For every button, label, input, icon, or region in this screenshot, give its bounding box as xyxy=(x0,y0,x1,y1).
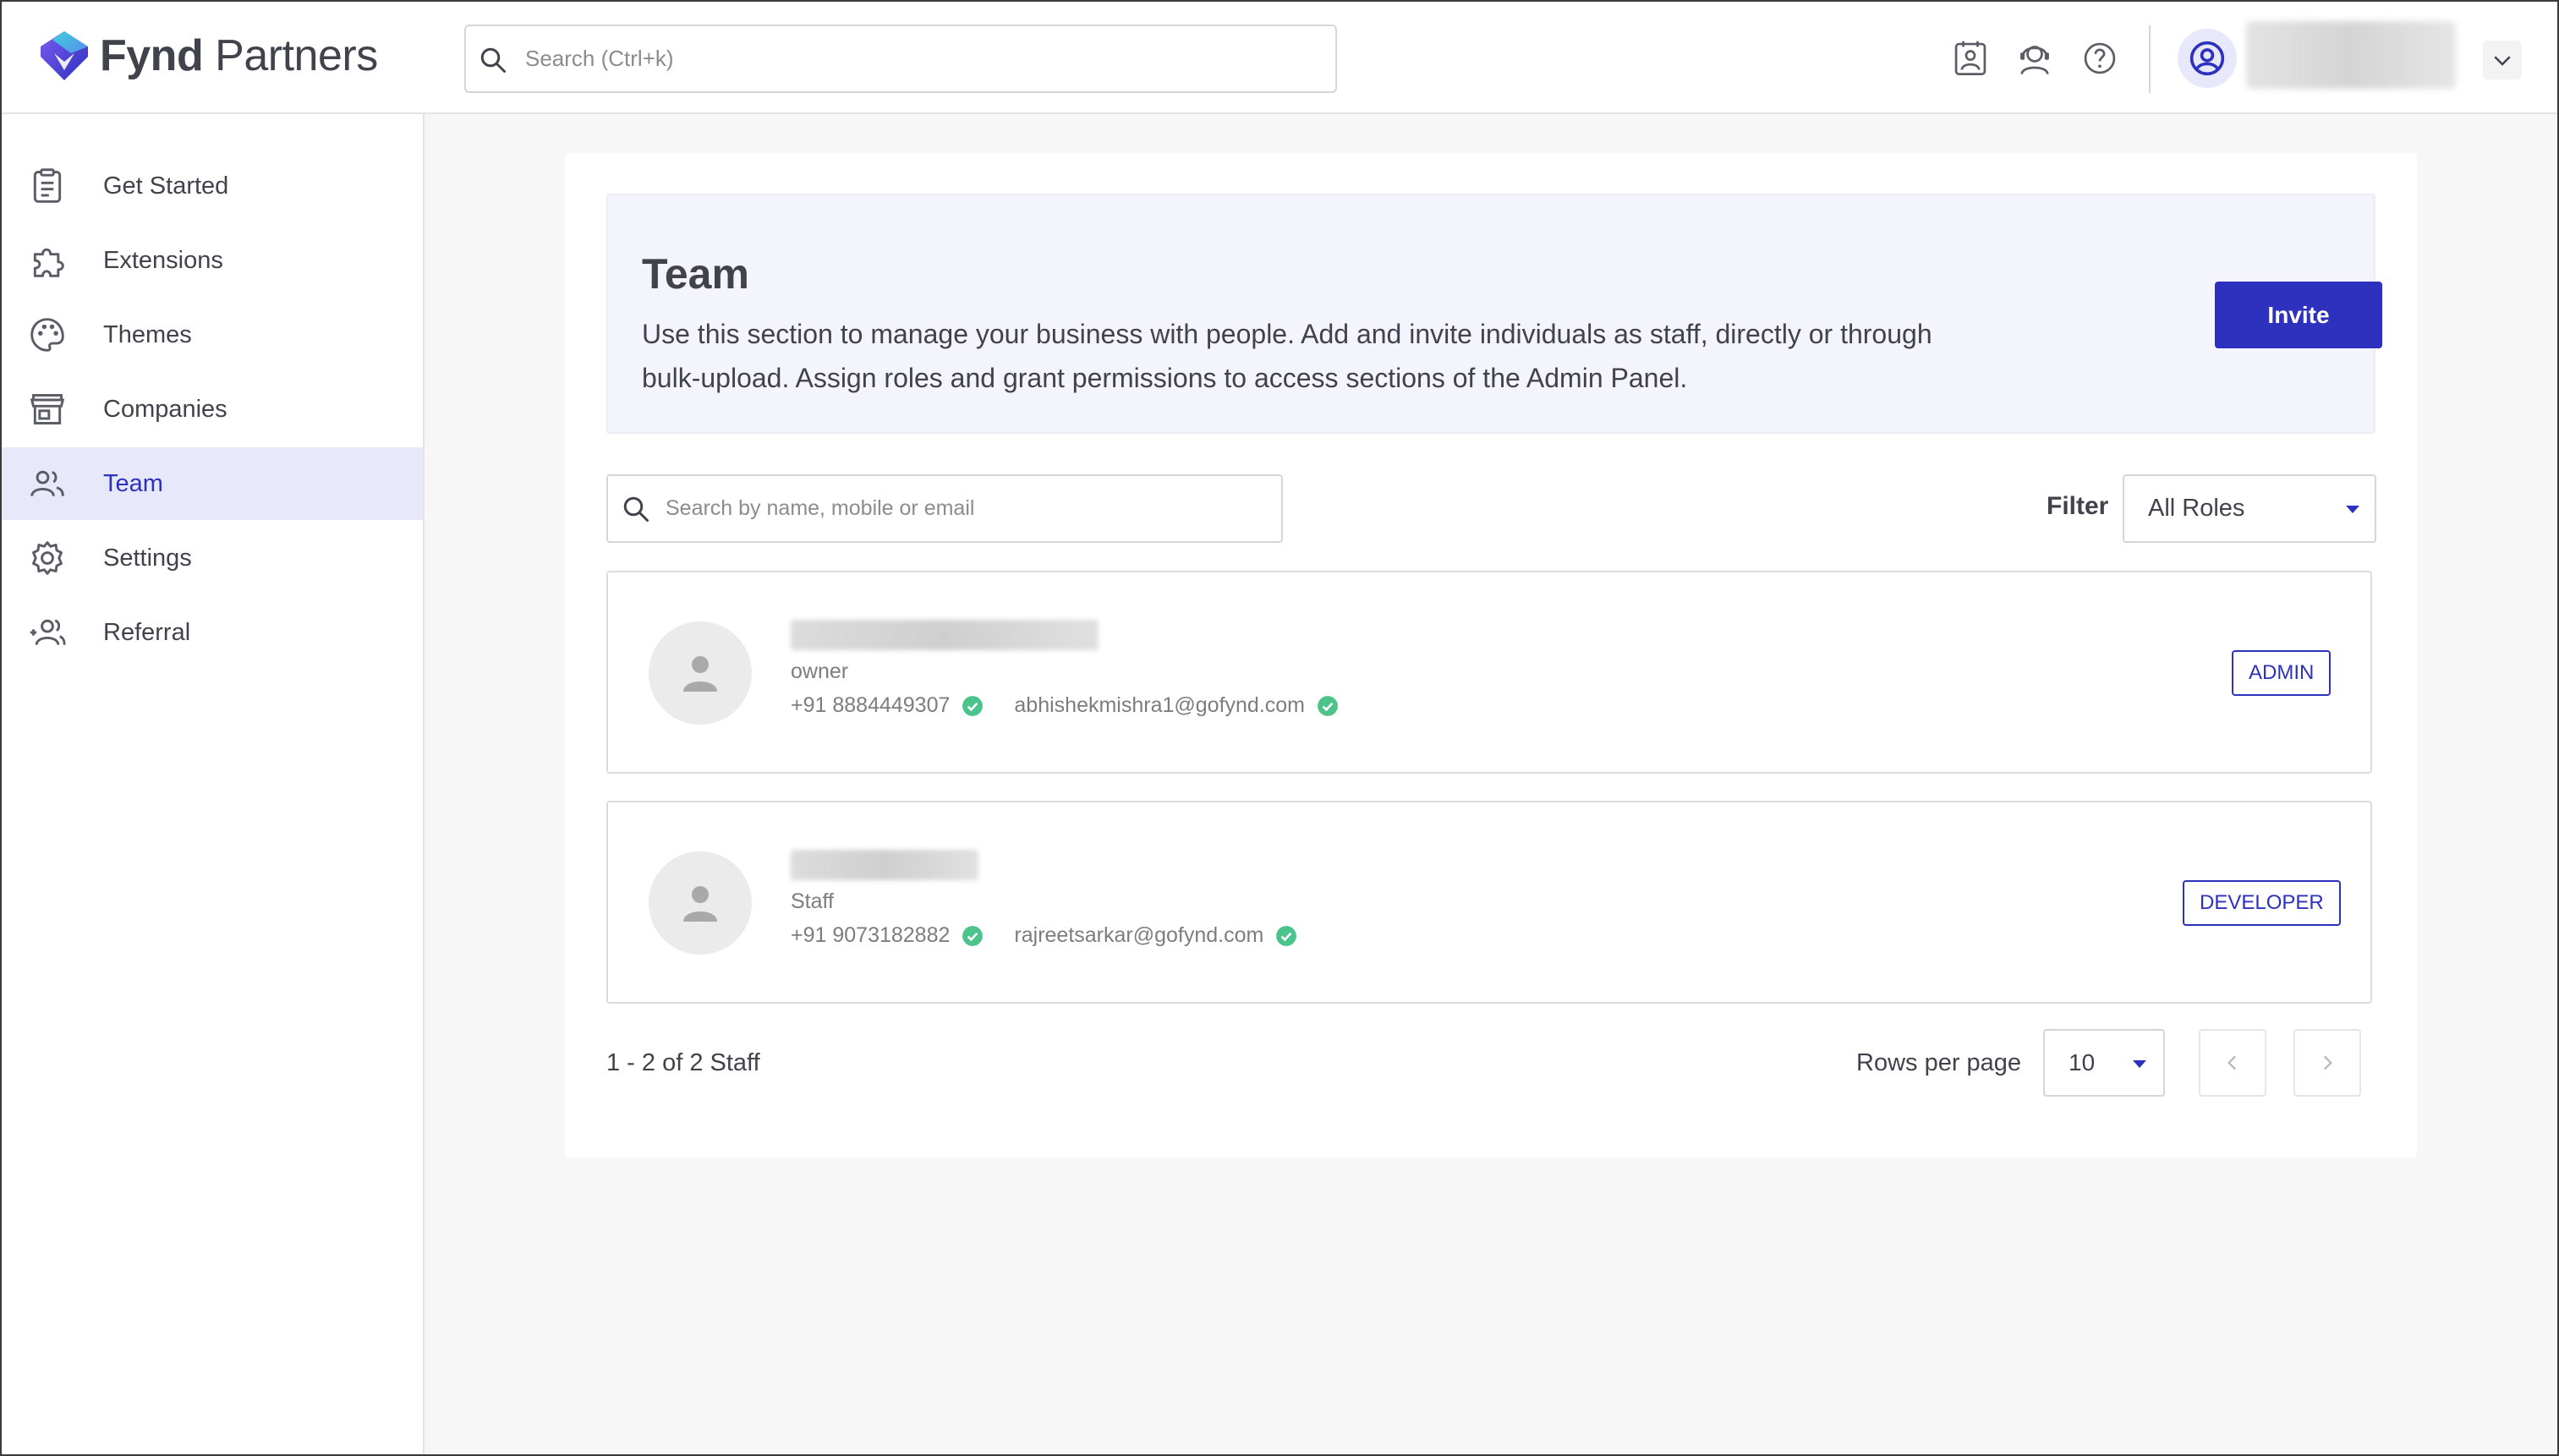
user-avatar-button[interactable] xyxy=(2178,29,2237,88)
member-name-redacted xyxy=(791,620,1099,650)
member-phone: +91 8884449307 xyxy=(791,693,951,717)
verified-check-icon xyxy=(1276,925,1297,946)
gear-icon xyxy=(32,541,63,575)
next-page-button[interactable] xyxy=(2293,1029,2361,1097)
chevron-left-icon xyxy=(2227,1055,2237,1070)
role-filter-dropdown[interactable]: All Roles xyxy=(2123,474,2376,543)
page-title: Team xyxy=(642,250,749,298)
team-member-card[interactable]: Staff +91 9073182882 rajreetsarkar@gofyn… xyxy=(606,801,2372,1004)
team-search[interactable] xyxy=(606,474,1283,543)
member-contact: +91 8884449307 abhishekmishra1@gofynd.co… xyxy=(791,693,1339,718)
rows-per-page-value: 10 xyxy=(2069,1049,2096,1076)
sidebar-item-label: Companies xyxy=(103,395,227,423)
member-role: owner xyxy=(791,660,849,683)
chevron-right-icon xyxy=(2323,1055,2332,1070)
chevron-down-icon xyxy=(2494,56,2511,66)
page-description: Use this section to manage your business… xyxy=(642,319,1932,393)
sidebar-item-label: Team xyxy=(103,469,163,497)
team-member-card[interactable]: owner +91 8884449307 abhishekmishra1@gof… xyxy=(606,571,2372,774)
global-search[interactable] xyxy=(464,25,1337,93)
member-email: abhishekmishra1@gofynd.com xyxy=(1014,693,1306,717)
user-icon xyxy=(683,886,717,922)
verified-check-icon xyxy=(962,925,984,946)
sidebar-item-settings[interactable]: Settings xyxy=(0,522,423,594)
verified-check-icon xyxy=(962,695,984,716)
user-icon xyxy=(683,656,717,692)
palette-icon xyxy=(30,318,64,352)
sidebar-item-label: Extensions xyxy=(103,246,223,274)
puzzle-icon xyxy=(33,248,64,277)
user-circle-icon xyxy=(2189,41,2225,76)
sidebar-item-get-started[interactable]: Get Started xyxy=(0,150,423,222)
prev-page-button[interactable] xyxy=(2199,1029,2266,1097)
user-add-icon xyxy=(30,619,66,646)
sidebar-item-label: Themes xyxy=(103,320,192,348)
role-filter-value: All Roles xyxy=(2148,495,2245,522)
team-banner: Team Use this section to manage your bus… xyxy=(606,194,2382,434)
member-phone: +91 9073182882 xyxy=(791,923,951,947)
sidebar-item-themes[interactable]: Themes xyxy=(0,298,423,371)
calendar-user-icon[interactable] xyxy=(1953,40,1988,77)
store-icon xyxy=(30,394,65,424)
caret-down-icon xyxy=(2133,1060,2146,1068)
rows-per-page-dropdown[interactable]: 10 xyxy=(2043,1029,2165,1097)
sidebar-item-team[interactable]: Team xyxy=(0,447,423,520)
sidebar-item-label: Settings xyxy=(103,544,192,572)
people-icon xyxy=(30,470,64,497)
header-divider xyxy=(2149,25,2151,93)
role-badge: ADMIN xyxy=(2232,650,2332,696)
caret-down-icon xyxy=(2346,506,2359,513)
member-contact: +91 9073182882 rajreetsarkar@gofynd.com xyxy=(791,923,1297,948)
support-headset-icon[interactable] xyxy=(2017,40,2052,77)
verified-check-icon xyxy=(1318,695,1338,716)
sidebar-item-companies[interactable]: Companies xyxy=(0,373,423,446)
brand-name: Fynd Partners xyxy=(100,31,378,80)
member-name-redacted xyxy=(791,850,978,880)
sidebar-item-label: Get Started xyxy=(103,172,229,200)
clipboard-icon xyxy=(33,168,62,203)
user-menu-toggle[interactable] xyxy=(2483,41,2522,79)
filter-label: Filter xyxy=(2047,492,2109,520)
pagination-summary: 1 - 2 of 2 Staff xyxy=(606,1049,760,1076)
rows-per-page-label: Rows per page xyxy=(1856,1049,2022,1076)
help-icon[interactable] xyxy=(2082,40,2118,77)
fynd-logo-icon xyxy=(41,31,88,80)
search-icon xyxy=(623,496,649,522)
member-role: Staff xyxy=(791,889,834,913)
sidebar-item-label: Referral xyxy=(103,618,191,646)
role-badge: DEVELOPER xyxy=(2183,880,2341,926)
sidebar-item-referral[interactable]: Referral xyxy=(0,596,423,669)
invite-button[interactable]: Invite xyxy=(2215,282,2382,348)
global-search-input[interactable] xyxy=(525,26,1320,91)
member-email: rajreetsarkar@gofynd.com xyxy=(1014,923,1264,947)
avatar xyxy=(649,851,752,955)
sidebar: Get Started Extensions Themes Companies xyxy=(0,114,425,1456)
sidebar-item-extensions[interactable]: Extensions xyxy=(0,224,423,297)
team-search-input[interactable] xyxy=(666,476,1258,541)
team-card: Team Use this section to manage your bus… xyxy=(565,153,2417,1158)
avatar xyxy=(649,621,752,725)
search-icon xyxy=(480,47,506,73)
top-header: Fynd Partners xyxy=(0,0,2559,114)
user-name-redacted xyxy=(2246,21,2456,89)
brand-logo[interactable]: Fynd Partners xyxy=(37,27,378,85)
